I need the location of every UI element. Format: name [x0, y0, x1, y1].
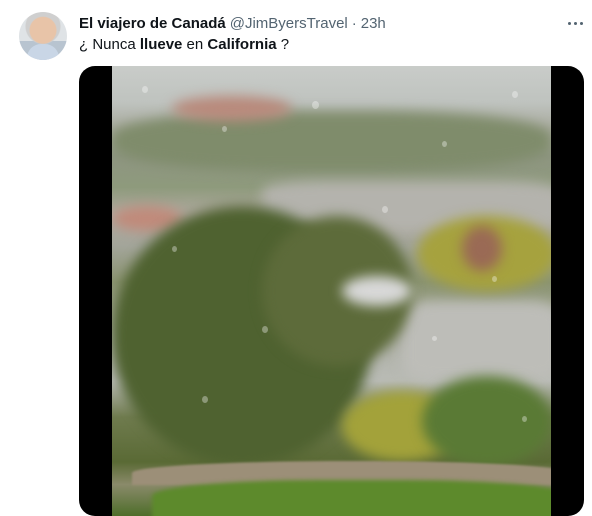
more-dot — [579, 21, 583, 25]
raindrop — [312, 101, 319, 109]
tweet[interactable]: El viajero de Canadá @JimByersTravel · 2… — [0, 0, 592, 516]
scene-roof — [172, 96, 292, 121]
more-dot — [567, 21, 571, 25]
scene-lawn — [152, 480, 551, 516]
tweet-text-part: ¿ Nunca — [79, 36, 140, 53]
video-frame[interactable] — [112, 66, 551, 516]
tweet-text-bold: California — [207, 36, 277, 53]
scene-grass — [422, 376, 551, 466]
raindrop — [432, 336, 437, 341]
raindrop — [522, 416, 527, 422]
scene-distant-trees — [112, 111, 551, 171]
more-horizontal-icon[interactable] — [562, 12, 588, 34]
raindrop — [222, 126, 227, 132]
raindrop — [382, 206, 388, 213]
raindrop — [172, 246, 177, 252]
tweet-text-part: ? — [276, 36, 290, 53]
more-dot — [573, 21, 577, 25]
scene-shrub-red — [462, 226, 502, 271]
display-name[interactable]: El viajero de Canadá — [79, 15, 226, 32]
avatar-shirt — [27, 44, 59, 60]
raindrop — [512, 91, 518, 98]
scene-water — [402, 301, 551, 381]
tweet-text-bold: llueve — [139, 36, 183, 53]
media-container[interactable] — [79, 66, 584, 516]
raindrop — [202, 396, 208, 403]
tweet-text: ¿ Nunca llueve en California ? — [79, 36, 289, 53]
tweet-text-part: en — [182, 36, 208, 53]
raindrop — [262, 326, 268, 333]
raindrop — [442, 141, 447, 147]
scene-car — [342, 276, 412, 306]
raindrop — [142, 86, 148, 93]
timestamp[interactable]: 23h — [361, 15, 386, 32]
separator-dot: · — [351, 14, 357, 32]
raindrop — [492, 276, 497, 282]
tweet-header: El viajero de Canadá @JimByersTravel · 2… — [79, 13, 386, 33]
user-handle[interactable]: @JimByersTravel — [230, 15, 348, 32]
avatar[interactable] — [19, 12, 67, 60]
